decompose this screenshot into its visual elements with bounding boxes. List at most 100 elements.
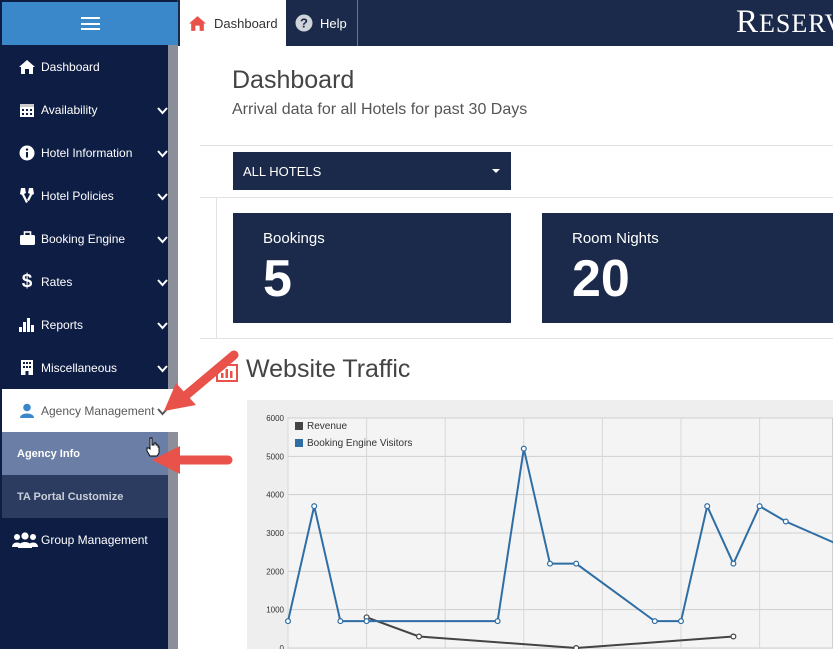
sidebar-item-label: Miscellaneous xyxy=(41,360,118,375)
sidebar-nav: Dashboard Availability Hotel Information… xyxy=(2,45,178,561)
sidebar-item-hotel-policies[interactable]: Hotel Policies xyxy=(2,174,168,217)
data-point xyxy=(756,503,763,510)
sidebar-item-label: Hotel Information xyxy=(41,145,133,160)
hamburger-icon xyxy=(80,17,100,30)
sidebar-subitem-label: Agency Info xyxy=(17,447,80,460)
data-point xyxy=(651,618,658,625)
sidebar-subitem-ta-portal-customize[interactable]: TA Portal Customize xyxy=(2,475,168,518)
brand-logo: RESERV xyxy=(736,4,833,41)
y-tick-label: 2000 xyxy=(266,567,284,576)
y-tick-label: 5000 xyxy=(266,452,284,461)
bar-chart-icon xyxy=(16,317,38,333)
menu-toggle-button[interactable] xyxy=(2,2,178,45)
data-point xyxy=(494,618,501,625)
sidebar-item-label: Reports xyxy=(41,317,84,332)
sidebar: Dashboard Availability Hotel Information… xyxy=(0,0,178,649)
home-icon xyxy=(188,15,207,32)
page-subtitle: Arrival data for all Hotels for past 30 … xyxy=(232,101,528,118)
sidebar-item-label: Booking Engine xyxy=(41,231,126,246)
calendar-icon xyxy=(16,102,38,118)
sidebar-item-rates[interactable]: $ Rates xyxy=(2,260,168,303)
app-root: Dashboard Availability Hotel Information… xyxy=(0,0,833,649)
section-title-website-traffic: Website Traffic xyxy=(216,355,411,384)
data-point xyxy=(416,633,423,640)
caret-down-icon xyxy=(492,169,500,173)
section-title-label: Website Traffic xyxy=(246,355,411,383)
annotation-arrow-agency-management xyxy=(164,350,239,411)
legend-label: Revenue xyxy=(307,421,347,432)
info-icon xyxy=(16,145,38,161)
sidebar-item-label: Availability xyxy=(41,102,98,117)
stat-value: 20 xyxy=(572,250,630,308)
sidebar-item-label: Dashboard xyxy=(41,59,100,74)
sidebar-item-availability[interactable]: Availability xyxy=(2,88,168,131)
sidebar-item-miscellaneous[interactable]: Miscellaneous xyxy=(2,346,168,389)
y-tick-label: 0 xyxy=(280,644,285,649)
dollar-icon: $ xyxy=(21,270,33,292)
traffic-chart: 0 1000 2000 3000 4000 5000 6000 Revenue Booking … xyxy=(247,400,833,649)
tab-label: Dashboard xyxy=(214,15,278,31)
hotel-select[interactable]: ALL HOTELS xyxy=(233,152,511,190)
sidebar-subitem-agency-info[interactable]: Agency Info xyxy=(2,432,168,475)
sidebar-item-group-management[interactable]: Group Management xyxy=(2,518,168,561)
data-point xyxy=(284,618,291,625)
user-icon xyxy=(16,403,38,418)
y-tick-label: 6000 xyxy=(266,414,284,423)
page-title: Dashboard xyxy=(232,66,355,94)
data-point xyxy=(311,503,318,510)
svg-text:?: ? xyxy=(300,16,308,31)
y-tick-label: 3000 xyxy=(266,529,284,538)
chevron-down-icon xyxy=(157,190,168,204)
divider xyxy=(200,338,833,339)
stat-card-bookings: Bookings 5 xyxy=(233,213,511,323)
y-tick-label: 1000 xyxy=(266,606,284,615)
chevron-down-icon xyxy=(157,319,168,333)
tab-dashboard[interactable]: Dashboard xyxy=(180,0,286,46)
divider xyxy=(200,197,833,198)
data-point xyxy=(704,503,711,510)
data-point xyxy=(573,560,580,567)
sidebar-item-reports[interactable]: Reports xyxy=(2,303,168,346)
top-header: Dashboard ? Help RESERV xyxy=(178,0,833,46)
stat-label: Room Nights xyxy=(572,230,659,247)
briefcase-icon xyxy=(16,231,38,246)
group-icon xyxy=(12,531,38,548)
data-point xyxy=(730,633,737,640)
sidebar-item-label: Agency Management xyxy=(41,403,155,418)
legend-label: Booking Engine Visitors xyxy=(307,438,412,449)
data-point xyxy=(782,518,789,525)
stat-value: 5 xyxy=(263,250,292,308)
data-point xyxy=(520,445,527,452)
chevron-down-icon xyxy=(157,147,168,161)
brand-initial: R xyxy=(736,4,760,40)
tab-help[interactable]: ? Help xyxy=(286,0,358,46)
data-point xyxy=(337,618,344,625)
chevron-down-icon xyxy=(157,233,168,247)
sidebar-item-booking-engine[interactable]: Booking Engine xyxy=(2,217,168,260)
divider xyxy=(200,145,833,146)
y-tick-label: 4000 xyxy=(266,491,284,500)
divider xyxy=(216,198,217,338)
data-point xyxy=(547,560,554,567)
tab-label: Help xyxy=(320,15,347,31)
legend-swatch xyxy=(295,422,303,430)
chevron-down-icon xyxy=(157,276,168,290)
hotel-select-value: ALL HOTELS xyxy=(243,163,322,179)
sidebar-item-agency-management[interactable]: Agency Management xyxy=(2,389,178,432)
sidebar-item-label: Group Management xyxy=(41,532,148,547)
stat-card-room-nights: Room Nights 20 xyxy=(542,213,833,323)
chevron-down-icon xyxy=(157,104,168,118)
building-icon xyxy=(16,359,38,376)
sidebar-item-label: Hotel Policies xyxy=(41,188,114,203)
data-point xyxy=(573,645,580,649)
question-icon: ? xyxy=(295,14,313,32)
sidebar-subitem-label: TA Portal Customize xyxy=(17,490,124,503)
main-content: Dashboard Arrival data for all Hotels fo… xyxy=(178,46,833,649)
sidebar-item-label: Rates xyxy=(41,274,73,289)
hand-cursor-icon xyxy=(146,437,160,457)
sidebar-item-dashboard[interactable]: Dashboard xyxy=(2,45,168,88)
data-point xyxy=(678,618,685,625)
brand-rest: ESERV xyxy=(759,9,833,38)
sidebar-item-hotel-information[interactable]: Hotel Information xyxy=(2,131,168,174)
legend-swatch xyxy=(295,439,303,447)
